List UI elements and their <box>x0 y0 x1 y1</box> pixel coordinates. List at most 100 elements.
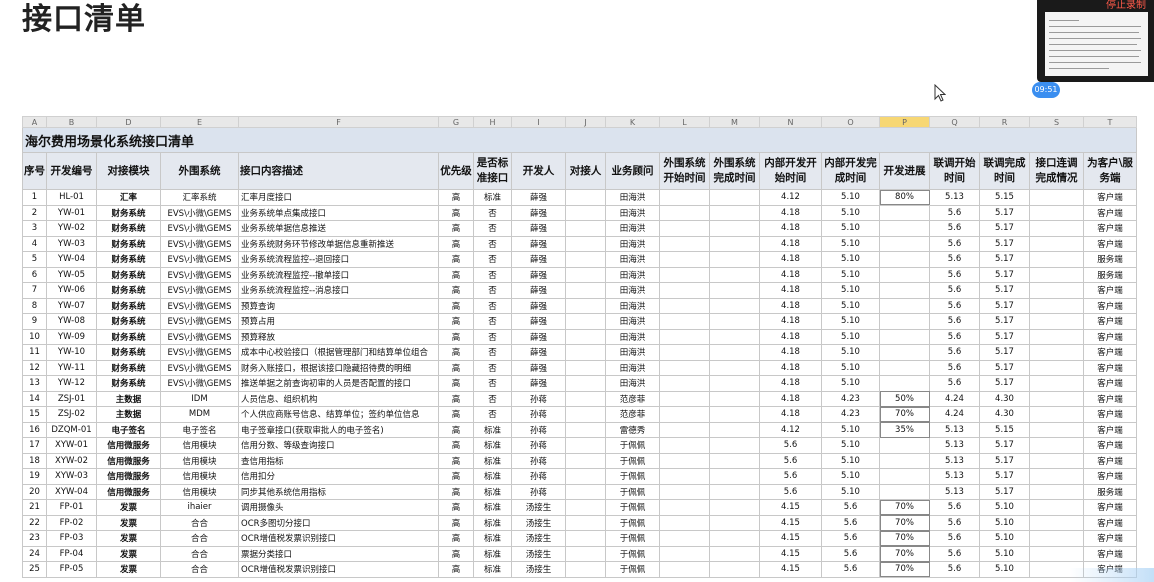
table-cell[interactable]: 5.6 <box>929 297 980 314</box>
table-cell[interactable]: 业务系统流程监控--撤单接口 <box>238 266 439 283</box>
table-cell[interactable]: FP-02 <box>46 514 97 531</box>
table-cell[interactable]: 薛强 <box>511 189 566 206</box>
table-cell[interactable]: OCR增值税发票识别接口 <box>238 561 439 578</box>
table-cell[interactable] <box>709 282 760 299</box>
table-cell[interactable]: 田海洪 <box>605 359 660 376</box>
table-cell[interactable]: 5.6 <box>929 313 980 330</box>
table-cell[interactable]: 客户端 <box>1083 189 1137 206</box>
table-cell[interactable]: 5.10 <box>821 483 880 500</box>
column-title[interactable]: 序号 <box>22 152 47 190</box>
table-cell[interactable]: 于佩佩 <box>605 483 660 500</box>
table-cell[interactable]: 汇率系统 <box>160 189 239 206</box>
table-cell[interactable]: 薛强 <box>511 204 566 221</box>
table-cell[interactable]: 薛强 <box>511 359 566 376</box>
column-title[interactable]: 对接人 <box>565 152 606 190</box>
table-cell[interactable]: 5.17 <box>979 452 1030 469</box>
table-cell[interactable]: 5.10 <box>821 297 880 314</box>
table-cell[interactable] <box>879 313 930 330</box>
table-cell[interactable]: 否 <box>473 251 512 268</box>
table-cell[interactable]: 5.15 <box>979 189 1030 206</box>
table-cell[interactable]: 5.13 <box>929 483 980 500</box>
table-cell[interactable]: 客户端 <box>1083 530 1137 547</box>
table-cell[interactable] <box>659 328 710 345</box>
table-cell[interactable]: 客户端 <box>1083 452 1137 469</box>
table-cell[interactable]: 5.10 <box>821 375 880 392</box>
table-cell[interactable] <box>879 468 930 485</box>
table-cell[interactable]: 范彦菲 <box>605 406 660 423</box>
table-cell[interactable] <box>709 297 760 314</box>
table-cell[interactable]: 高 <box>438 189 474 206</box>
table-cell[interactable]: 高 <box>438 282 474 299</box>
table-cell[interactable]: HL-01 <box>46 189 97 206</box>
table-cell[interactable]: 电子签章接口(获取审批人的电子签名) <box>238 421 439 438</box>
table-cell[interactable]: 财务系统 <box>96 235 161 252</box>
table-cell[interactable] <box>659 282 710 299</box>
table-cell[interactable] <box>879 328 930 345</box>
table-cell[interactable]: 服务端 <box>1083 251 1137 268</box>
table-cell[interactable]: 14 <box>22 390 47 407</box>
column-title[interactable]: 外围系统 <box>160 152 239 190</box>
table-cell[interactable] <box>659 204 710 221</box>
table-cell[interactable]: 4.18 <box>759 251 822 268</box>
table-cell[interactable]: YW-03 <box>46 235 97 252</box>
table-cell[interactable]: 5.10 <box>821 313 880 330</box>
table-cell[interactable] <box>709 545 760 562</box>
table-cell[interactable]: 5.17 <box>979 220 1030 237</box>
table-cell[interactable]: 4.24 <box>929 406 980 423</box>
table-cell[interactable] <box>565 483 606 500</box>
table-cell[interactable] <box>709 561 760 578</box>
table-cell[interactable]: 5.6 <box>929 220 980 237</box>
table-cell[interactable]: 标准 <box>473 483 512 500</box>
table-cell[interactable]: 高 <box>438 266 474 283</box>
table-cell[interactable] <box>565 499 606 516</box>
table-cell[interactable]: YW-11 <box>46 359 97 376</box>
table-cell[interactable] <box>1029 545 1084 562</box>
table-cell[interactable]: 5.10 <box>821 251 880 268</box>
table-cell[interactable]: 5.6 <box>821 499 880 516</box>
table-cell[interactable]: 高 <box>438 344 474 361</box>
table-cell[interactable]: 查信用指标 <box>238 452 439 469</box>
table-cell[interactable] <box>565 235 606 252</box>
table-cell[interactable]: 服务端 <box>1083 266 1137 283</box>
table-cell[interactable] <box>565 189 606 206</box>
table-cell[interactable]: 5.10 <box>821 328 880 345</box>
table-cell[interactable]: XYW-04 <box>46 483 97 500</box>
table-cell[interactable] <box>659 251 710 268</box>
table-cell[interactable] <box>1029 282 1084 299</box>
table-cell[interactable]: 5.17 <box>979 235 1030 252</box>
table-cell[interactable] <box>1029 313 1084 330</box>
table-cell[interactable]: 5.13 <box>929 189 980 206</box>
table-cell[interactable] <box>709 452 760 469</box>
column-title[interactable]: 内部开发完成时间 <box>821 152 880 190</box>
table-cell[interactable] <box>659 359 710 376</box>
table-cell[interactable]: 5.15 <box>979 421 1030 438</box>
table-cell[interactable] <box>565 514 606 531</box>
table-cell[interactable]: MDM <box>160 406 239 423</box>
table-cell[interactable] <box>565 282 606 299</box>
column-title[interactable]: 优先级 <box>438 152 474 190</box>
table-cell[interactable]: 于佩佩 <box>605 545 660 562</box>
table-cell[interactable]: 否 <box>473 328 512 345</box>
table-cell[interactable]: 5.17 <box>979 282 1030 299</box>
table-cell[interactable] <box>709 220 760 237</box>
table-cell[interactable]: 5.6 <box>929 235 980 252</box>
table-cell[interactable]: 5.6 <box>929 282 980 299</box>
table-cell[interactable]: 5.10 <box>821 452 880 469</box>
table-cell[interactable] <box>879 375 930 392</box>
column-title[interactable]: 是否标准接口 <box>473 152 512 190</box>
table-cell[interactable]: 5.13 <box>929 452 980 469</box>
table-cell[interactable]: 4.18 <box>759 359 822 376</box>
table-cell[interactable]: 4.15 <box>759 545 822 562</box>
table-cell[interactable]: 标准 <box>473 499 512 516</box>
table-cell[interactable]: 7 <box>22 282 47 299</box>
table-cell[interactable]: 发票 <box>96 530 161 547</box>
table-cell[interactable] <box>1029 297 1084 314</box>
table-cell[interactable] <box>1029 468 1084 485</box>
column-header-f[interactable]: F <box>238 116 439 128</box>
column-title[interactable]: 业务顾问 <box>605 152 660 190</box>
table-cell[interactable]: 13 <box>22 375 47 392</box>
table-cell[interactable]: 业务系统单据信息推送 <box>238 220 439 237</box>
table-cell[interactable]: FP-03 <box>46 530 97 547</box>
table-cell[interactable] <box>1029 235 1084 252</box>
table-cell[interactable]: 客户端 <box>1083 437 1137 454</box>
